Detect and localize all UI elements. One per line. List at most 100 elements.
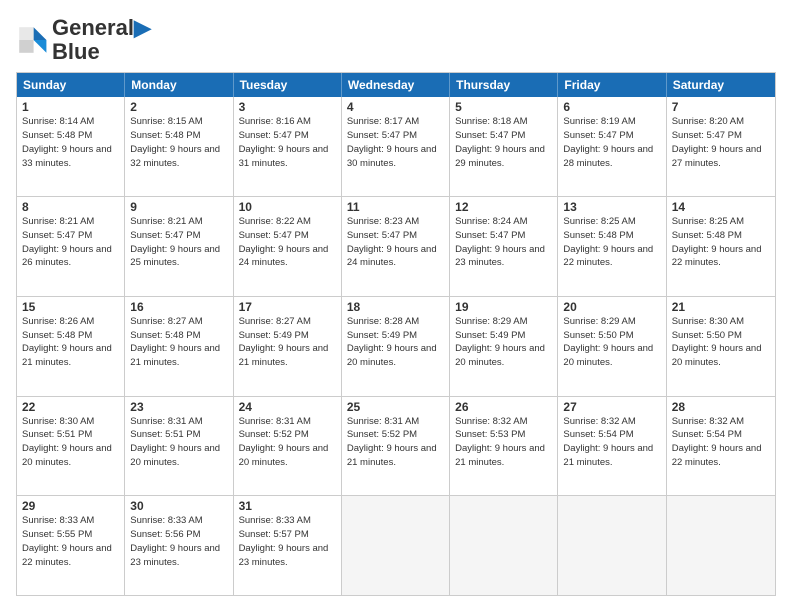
day-number: 10: [239, 200, 336, 214]
day-number: 15: [22, 300, 119, 314]
calendar-cell-empty: [667, 496, 775, 595]
sun-info: Sunrise: 8:14 AMSunset: 5:48 PMDaylight:…: [22, 115, 119, 170]
calendar-cell: 9Sunrise: 8:21 AMSunset: 5:47 PMDaylight…: [125, 197, 233, 296]
sun-info: Sunrise: 8:30 AMSunset: 5:51 PMDaylight:…: [22, 415, 119, 470]
calendar-cell: 12Sunrise: 8:24 AMSunset: 5:47 PMDayligh…: [450, 197, 558, 296]
sun-info: Sunrise: 8:23 AMSunset: 5:47 PMDaylight:…: [347, 215, 444, 270]
calendar-page: General▶ Blue SundayMondayTuesdayWednesd…: [0, 0, 792, 612]
sun-info: Sunrise: 8:29 AMSunset: 5:50 PMDaylight:…: [563, 315, 660, 370]
day-of-week-header: Wednesday: [342, 73, 450, 97]
day-number: 1: [22, 100, 119, 114]
day-number: 14: [672, 200, 770, 214]
logo-icon: [16, 24, 48, 56]
day-number: 8: [22, 200, 119, 214]
calendar-cell: 17Sunrise: 8:27 AMSunset: 5:49 PMDayligh…: [234, 297, 342, 396]
page-header: General▶ Blue: [16, 16, 776, 64]
day-number: 30: [130, 499, 227, 513]
sun-info: Sunrise: 8:24 AMSunset: 5:47 PMDaylight:…: [455, 215, 552, 270]
sun-info: Sunrise: 8:31 AMSunset: 5:51 PMDaylight:…: [130, 415, 227, 470]
day-number: 16: [130, 300, 227, 314]
sun-info: Sunrise: 8:27 AMSunset: 5:48 PMDaylight:…: [130, 315, 227, 370]
day-number: 20: [563, 300, 660, 314]
day-number: 21: [672, 300, 770, 314]
calendar-cell: 14Sunrise: 8:25 AMSunset: 5:48 PMDayligh…: [667, 197, 775, 296]
sun-info: Sunrise: 8:29 AMSunset: 5:49 PMDaylight:…: [455, 315, 552, 370]
sun-info: Sunrise: 8:27 AMSunset: 5:49 PMDaylight:…: [239, 315, 336, 370]
calendar-cell: 11Sunrise: 8:23 AMSunset: 5:47 PMDayligh…: [342, 197, 450, 296]
day-of-week-header: Friday: [558, 73, 666, 97]
calendar-cell: 28Sunrise: 8:32 AMSunset: 5:54 PMDayligh…: [667, 397, 775, 496]
day-number: 17: [239, 300, 336, 314]
calendar-cell-empty: [558, 496, 666, 595]
sun-info: Sunrise: 8:32 AMSunset: 5:54 PMDaylight:…: [563, 415, 660, 470]
sun-info: Sunrise: 8:25 AMSunset: 5:48 PMDaylight:…: [672, 215, 770, 270]
calendar-cell: 7Sunrise: 8:20 AMSunset: 5:47 PMDaylight…: [667, 97, 775, 196]
calendar-cell: 25Sunrise: 8:31 AMSunset: 5:52 PMDayligh…: [342, 397, 450, 496]
sun-info: Sunrise: 8:16 AMSunset: 5:47 PMDaylight:…: [239, 115, 336, 170]
calendar-cell: 27Sunrise: 8:32 AMSunset: 5:54 PMDayligh…: [558, 397, 666, 496]
calendar-cell: 8Sunrise: 8:21 AMSunset: 5:47 PMDaylight…: [17, 197, 125, 296]
sun-info: Sunrise: 8:33 AMSunset: 5:57 PMDaylight:…: [239, 514, 336, 569]
calendar-week-row: 1Sunrise: 8:14 AMSunset: 5:48 PMDaylight…: [17, 97, 775, 197]
sun-info: Sunrise: 8:30 AMSunset: 5:50 PMDaylight:…: [672, 315, 770, 370]
day-number: 26: [455, 400, 552, 414]
calendar-cell: 20Sunrise: 8:29 AMSunset: 5:50 PMDayligh…: [558, 297, 666, 396]
sun-info: Sunrise: 8:31 AMSunset: 5:52 PMDaylight:…: [347, 415, 444, 470]
day-number: 6: [563, 100, 660, 114]
day-of-week-header: Tuesday: [234, 73, 342, 97]
calendar-cell: 15Sunrise: 8:26 AMSunset: 5:48 PMDayligh…: [17, 297, 125, 396]
calendar-cell: 21Sunrise: 8:30 AMSunset: 5:50 PMDayligh…: [667, 297, 775, 396]
day-number: 22: [22, 400, 119, 414]
calendar-week-row: 29Sunrise: 8:33 AMSunset: 5:55 PMDayligh…: [17, 496, 775, 595]
sun-info: Sunrise: 8:32 AMSunset: 5:54 PMDaylight:…: [672, 415, 770, 470]
calendar-cell: 31Sunrise: 8:33 AMSunset: 5:57 PMDayligh…: [234, 496, 342, 595]
calendar-cell: 4Sunrise: 8:17 AMSunset: 5:47 PMDaylight…: [342, 97, 450, 196]
calendar-week-row: 15Sunrise: 8:26 AMSunset: 5:48 PMDayligh…: [17, 297, 775, 397]
day-number: 28: [672, 400, 770, 414]
sun-info: Sunrise: 8:32 AMSunset: 5:53 PMDaylight:…: [455, 415, 552, 470]
day-of-week-header: Monday: [125, 73, 233, 97]
day-number: 13: [563, 200, 660, 214]
calendar-cell: 3Sunrise: 8:16 AMSunset: 5:47 PMDaylight…: [234, 97, 342, 196]
sun-info: Sunrise: 8:28 AMSunset: 5:49 PMDaylight:…: [347, 315, 444, 370]
calendar-cell-empty: [450, 496, 558, 595]
day-number: 24: [239, 400, 336, 414]
day-number: 5: [455, 100, 552, 114]
sun-info: Sunrise: 8:19 AMSunset: 5:47 PMDaylight:…: [563, 115, 660, 170]
calendar-cell: 19Sunrise: 8:29 AMSunset: 5:49 PMDayligh…: [450, 297, 558, 396]
sun-info: Sunrise: 8:31 AMSunset: 5:52 PMDaylight:…: [239, 415, 336, 470]
day-number: 18: [347, 300, 444, 314]
calendar-cell: 22Sunrise: 8:30 AMSunset: 5:51 PMDayligh…: [17, 397, 125, 496]
sun-info: Sunrise: 8:33 AMSunset: 5:55 PMDaylight:…: [22, 514, 119, 569]
sun-info: Sunrise: 8:17 AMSunset: 5:47 PMDaylight:…: [347, 115, 444, 170]
day-of-week-header: Sunday: [17, 73, 125, 97]
calendar-cell: 24Sunrise: 8:31 AMSunset: 5:52 PMDayligh…: [234, 397, 342, 496]
calendar-cell: 16Sunrise: 8:27 AMSunset: 5:48 PMDayligh…: [125, 297, 233, 396]
day-number: 25: [347, 400, 444, 414]
sun-info: Sunrise: 8:15 AMSunset: 5:48 PMDaylight:…: [130, 115, 227, 170]
day-number: 2: [130, 100, 227, 114]
calendar-cell: 18Sunrise: 8:28 AMSunset: 5:49 PMDayligh…: [342, 297, 450, 396]
calendar-cell: 23Sunrise: 8:31 AMSunset: 5:51 PMDayligh…: [125, 397, 233, 496]
sun-info: Sunrise: 8:22 AMSunset: 5:47 PMDaylight:…: [239, 215, 336, 270]
day-number: 19: [455, 300, 552, 314]
sun-info: Sunrise: 8:20 AMSunset: 5:47 PMDaylight:…: [672, 115, 770, 170]
calendar-cell: 26Sunrise: 8:32 AMSunset: 5:53 PMDayligh…: [450, 397, 558, 496]
sun-info: Sunrise: 8:33 AMSunset: 5:56 PMDaylight:…: [130, 514, 227, 569]
calendar-cell: 10Sunrise: 8:22 AMSunset: 5:47 PMDayligh…: [234, 197, 342, 296]
sun-info: Sunrise: 8:21 AMSunset: 5:47 PMDaylight:…: [22, 215, 119, 270]
day-number: 29: [22, 499, 119, 513]
logo-text: General▶ Blue: [52, 16, 151, 64]
day-number: 27: [563, 400, 660, 414]
calendar-body: 1Sunrise: 8:14 AMSunset: 5:48 PMDaylight…: [17, 97, 775, 595]
day-number: 23: [130, 400, 227, 414]
calendar-week-row: 8Sunrise: 8:21 AMSunset: 5:47 PMDaylight…: [17, 197, 775, 297]
calendar-cell: 2Sunrise: 8:15 AMSunset: 5:48 PMDaylight…: [125, 97, 233, 196]
day-of-week-header: Saturday: [667, 73, 775, 97]
day-number: 11: [347, 200, 444, 214]
calendar-header: SundayMondayTuesdayWednesdayThursdayFrid…: [17, 73, 775, 97]
calendar: SundayMondayTuesdayWednesdayThursdayFrid…: [16, 72, 776, 596]
logo: General▶ Blue: [16, 16, 151, 64]
calendar-cell: 30Sunrise: 8:33 AMSunset: 5:56 PMDayligh…: [125, 496, 233, 595]
sun-info: Sunrise: 8:21 AMSunset: 5:47 PMDaylight:…: [130, 215, 227, 270]
